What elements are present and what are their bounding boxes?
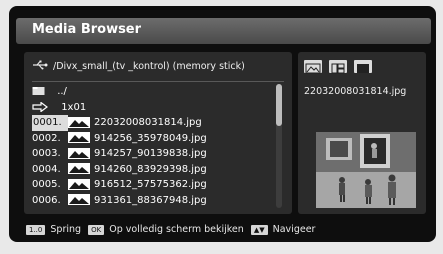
window-title: Media Browser [32, 22, 142, 37]
file-index: 0003. [32, 148, 61, 159]
image-view-icon[interactable] [304, 60, 322, 74]
image-file-icon [68, 178, 90, 190]
file-index: 0004. [32, 163, 61, 175]
help-fullscreen-label: Op volledig scherm bekijken [109, 224, 244, 235]
list-item-label: ../ [57, 86, 67, 97]
list-item-label: 1x01 [61, 101, 87, 113]
list-item-file[interactable]: 0006. 931361_88367948.jpg [32, 193, 284, 209]
file-list: ../ 1x01 0001. 22032008031814.jpg 0002. 914… [32, 84, 284, 208]
list-item-file[interactable]: 0005. 916512_57575362.jpg [32, 177, 284, 193]
image-file-icon [68, 147, 90, 159]
list-item-file[interactable]: 0003. 914257_90139838.jpg [32, 146, 284, 162]
preview-pane: 22032008031814.jpg [298, 52, 426, 214]
image-file-icon [68, 163, 90, 174]
image-file-icon [68, 116, 90, 128]
file-index: 0006. [32, 194, 61, 206]
file-name: 914256_35978049.jpg [94, 132, 207, 144]
scrollbar-thumb[interactable] [276, 84, 282, 126]
list-item-file[interactable]: 0002. 914256_35978049.jpg [32, 131, 284, 147]
preview-toolbar [304, 60, 374, 76]
fullscreen-icon[interactable] [354, 60, 373, 73]
path-divider [32, 81, 284, 82]
tv-screen: Media Browser /Divx_small_(tv _kontrol) … [0, 0, 443, 254]
number-keys-icon: 1..0 [26, 224, 46, 235]
list-item-folder[interactable]: 1x01 [32, 100, 284, 116]
preview-filename: 22032008031814.jpg [304, 86, 407, 97]
file-index: 0001. [32, 115, 68, 131]
help-bar: 1..0 Spring OK Op volledig scherm bekijk… [26, 224, 426, 238]
help-jump-label: Spring [50, 224, 82, 235]
arrow-right-icon [32, 100, 48, 113]
scrollbar[interactable] [276, 84, 282, 208]
navigate-keys-icon: ▲▼ [250, 224, 268, 235]
file-name: 22032008031814.jpg [94, 117, 202, 128]
list-item-up[interactable]: ../ [32, 84, 284, 100]
slideshow-icon[interactable] [329, 60, 348, 74]
help-navigate-label: Navigeer [272, 224, 316, 235]
image-file-icon [68, 194, 90, 205]
file-name: 916512_57575362.jpg [94, 179, 207, 190]
file-name: 931361_88367948.jpg [94, 194, 207, 206]
file-list-pane: /Divx_small_(tv _kontrol) (memory stick)… [24, 52, 292, 214]
path-text: /Divx_small_(tv _kontrol) (memory stick) [53, 61, 245, 72]
preview-thumbnail [316, 132, 416, 208]
list-item-file[interactable]: 0001. 22032008031814.jpg [32, 115, 284, 131]
title-bar: Media Browser [16, 18, 431, 44]
file-index: 0005. [32, 179, 61, 190]
file-index: 0002. [32, 132, 61, 144]
ok-key-icon: OK [88, 224, 105, 235]
path-bar: /Divx_small_(tv _kontrol) (memory stick) [32, 60, 284, 78]
list-item-file[interactable]: 0004. 914260_83929398.jpg [32, 162, 284, 178]
file-name: 914257_90139838.jpg [94, 148, 207, 159]
usb-icon [32, 60, 48, 73]
image-file-icon [68, 132, 90, 143]
folder-up-icon [32, 86, 46, 96]
file-name: 914260_83929398.jpg [94, 163, 207, 175]
